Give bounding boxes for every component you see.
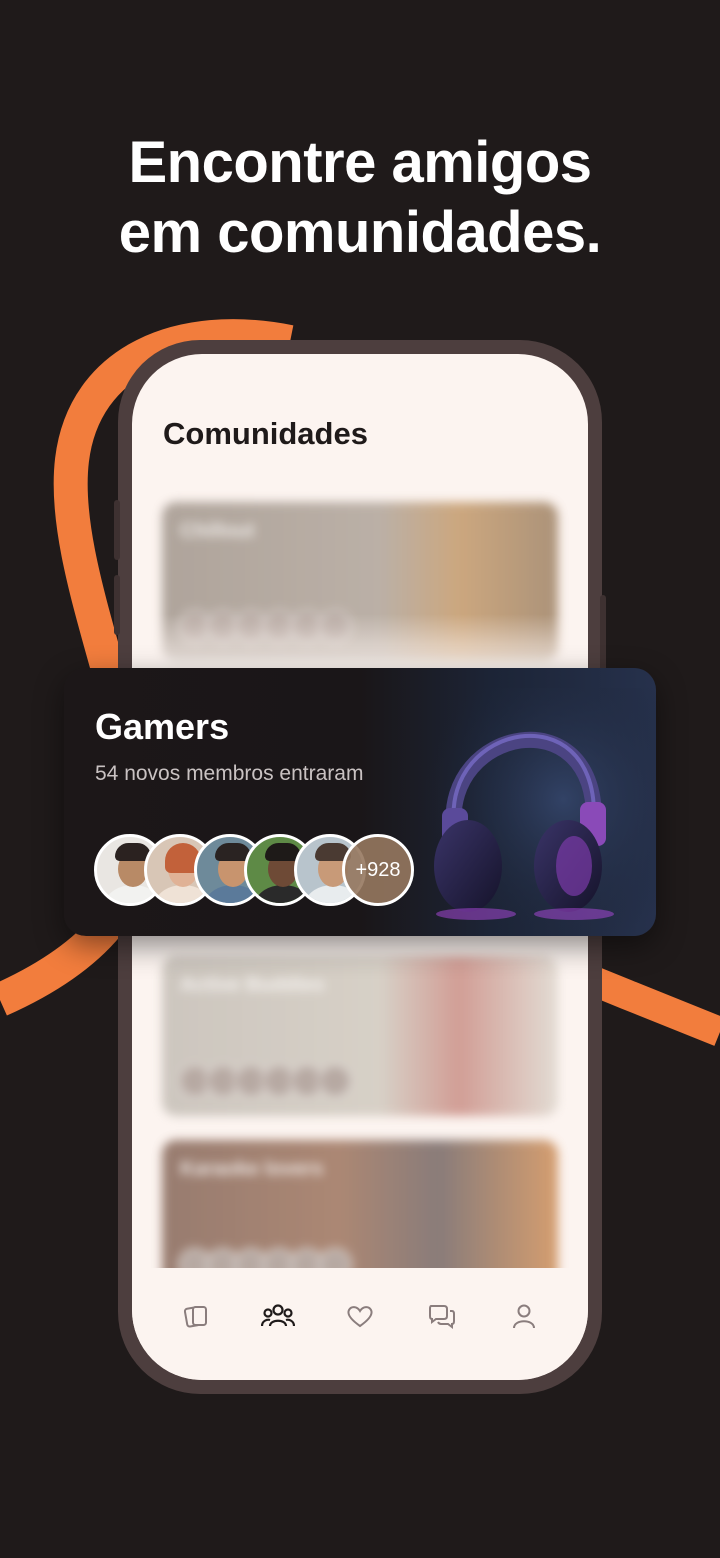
tab-bar [132,1268,588,1380]
phone-side-button [600,595,606,675]
phone-side-button [114,575,120,635]
profile-icon [513,1304,535,1329]
cards-icon [183,1306,207,1328]
tab-cards[interactable] [176,1296,216,1336]
community-title: Gamers [95,706,230,747]
headline: Encontre amigos em comunidades. [0,128,720,268]
screen-fade [132,614,588,674]
community-subtitle: 54 novos membros entraram [95,762,364,785]
member-avatars [178,1064,352,1098]
headline-line-2: em comunidades. [118,200,602,265]
community-card-title: Karaoke lovers [180,1158,324,1180]
tab-likes[interactable] [340,1296,380,1336]
chat-icon [429,1305,455,1329]
community-card-title: Chillout [180,520,255,542]
headphones-image [424,688,656,936]
communities-icon [261,1304,295,1327]
more-members-badge: +928 [342,834,414,906]
heart-icon [347,1306,373,1328]
tab-communities[interactable] [258,1296,298,1336]
headline-line-1: Encontre amigos [128,130,592,195]
member-avatars: +928 [94,834,414,906]
community-card-title: Active Buddies [180,974,325,996]
screen-title: Comunidades [163,416,368,451]
community-card-gamers[interactable]: Gamers 54 novos membros entraram +928 [64,668,656,936]
tab-profile[interactable] [504,1296,544,1336]
phone-side-button [114,500,120,560]
community-card-active-buddies[interactable]: Active Buddies [162,956,558,1116]
tab-chat[interactable] [422,1296,462,1336]
more-members-count: +928 [355,858,401,881]
